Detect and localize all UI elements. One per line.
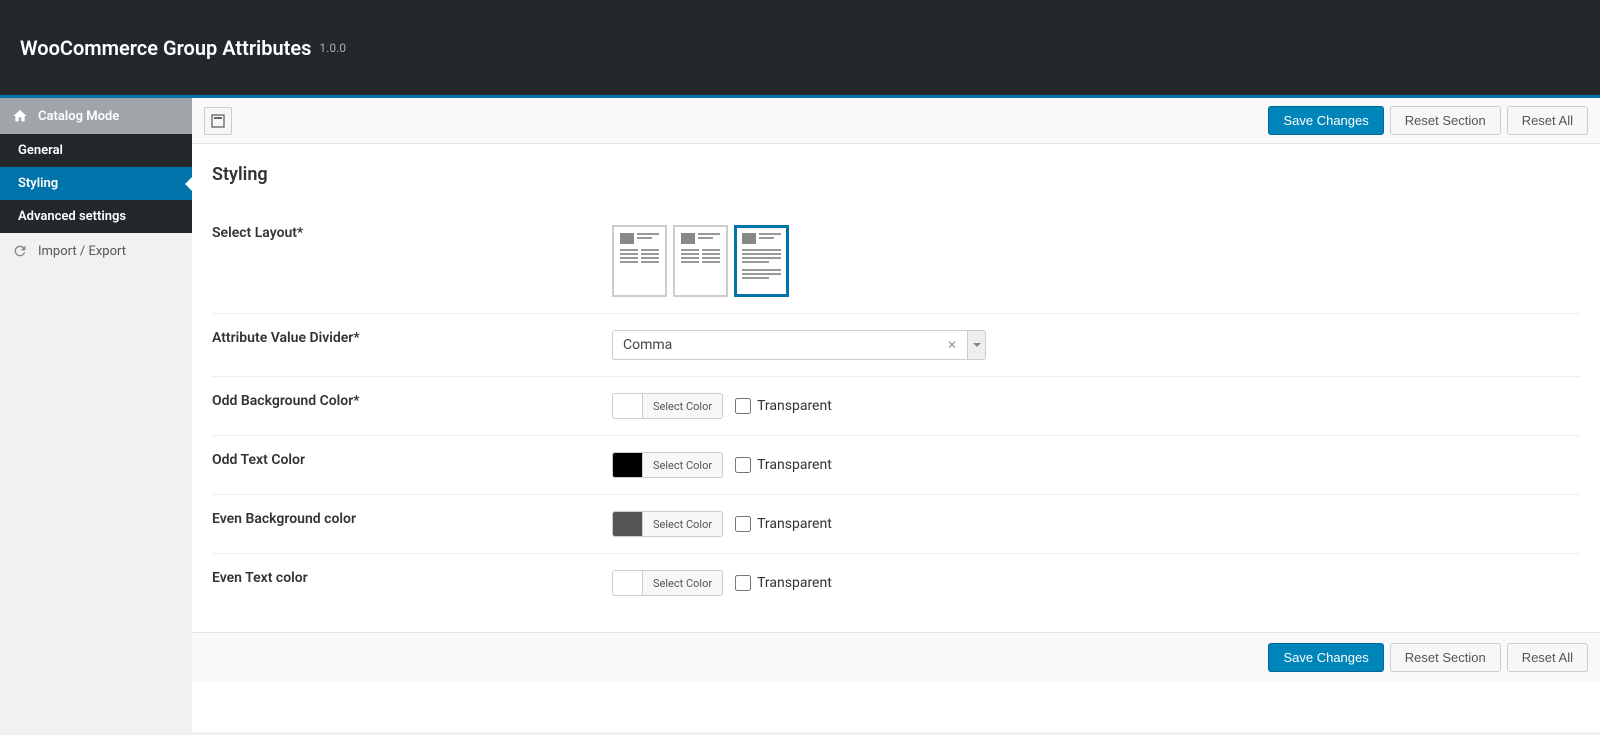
- color-swatch: [613, 453, 643, 477]
- transparent-label[interactable]: Transparent: [757, 516, 832, 532]
- sidebar-item-styling[interactable]: Styling: [0, 167, 192, 200]
- select-value: Comma: [623, 337, 672, 353]
- toolbar-top: Save Changes Reset Section Reset All: [192, 98, 1600, 144]
- field-even-text: Even Text color Select Color Transparent: [212, 554, 1580, 612]
- field-even-bg: Even Background color Select Color Trans…: [212, 495, 1580, 554]
- header: WooCommerce Group Attributes 1.0.0: [0, 0, 1600, 98]
- app-version: 1.0.0: [319, 41, 346, 55]
- section-title: Styling: [212, 164, 1580, 185]
- even-bg-transparent-checkbox[interactable]: [735, 516, 751, 532]
- reset-all-button[interactable]: Reset All: [1507, 106, 1588, 135]
- field-label: Select Layout*: [212, 225, 612, 297]
- select-color-button[interactable]: Select Color: [643, 394, 722, 418]
- sidebar-import-export[interactable]: Import / Export: [0, 233, 192, 269]
- sidebar-import-label: Import / Export: [38, 244, 126, 259]
- transparent-label[interactable]: Transparent: [757, 575, 832, 591]
- sidebar-item-general[interactable]: General: [0, 134, 192, 167]
- field-select-layout: Select Layout*: [212, 209, 1580, 314]
- color-swatch: [613, 512, 643, 536]
- layout-option-2[interactable]: [673, 225, 728, 297]
- transparent-label[interactable]: Transparent: [757, 398, 832, 414]
- reset-section-button-bottom[interactable]: Reset Section: [1390, 643, 1501, 672]
- even-text-transparent-checkbox[interactable]: [735, 575, 751, 591]
- divider-select[interactable]: Comma ✕: [612, 330, 986, 360]
- toolbar-bottom: Save Changes Reset Section Reset All: [192, 632, 1600, 682]
- save-button[interactable]: Save Changes: [1268, 106, 1383, 135]
- odd-bg-transparent-checkbox[interactable]: [735, 398, 751, 414]
- sidebar-section-catalog[interactable]: Catalog Mode: [0, 98, 192, 134]
- sidebar-item-label: Styling: [18, 176, 58, 191]
- reset-all-button-bottom[interactable]: Reset All: [1507, 643, 1588, 672]
- even-bg-color-picker[interactable]: Select Color: [612, 511, 723, 537]
- field-divider: Attribute Value Divider* Comma ✕: [212, 314, 1580, 377]
- sidebar-section-label: Catalog Mode: [38, 109, 119, 124]
- field-odd-bg: Odd Background Color* Select Color Trans…: [212, 377, 1580, 436]
- layout-thumbs: [612, 225, 789, 297]
- select-color-button[interactable]: Select Color: [643, 453, 722, 477]
- field-label: Odd Background Color*: [212, 393, 612, 419]
- odd-text-transparent-checkbox[interactable]: [735, 457, 751, 473]
- main-panel: Save Changes Reset Section Reset All Sty…: [192, 98, 1600, 732]
- sidebar-item-label: Advanced settings: [18, 209, 126, 224]
- even-text-color-picker[interactable]: Select Color: [612, 570, 723, 596]
- odd-bg-color-picker[interactable]: Select Color: [612, 393, 723, 419]
- sidebar-item-advanced[interactable]: Advanced settings: [0, 200, 192, 233]
- field-label: Odd Text Color: [212, 452, 612, 478]
- field-odd-text: Odd Text Color Select Color Transparent: [212, 436, 1580, 495]
- select-clear-icon[interactable]: ✕: [947, 338, 957, 352]
- color-swatch: [613, 571, 643, 595]
- field-label: Even Text color: [212, 570, 612, 596]
- content: Styling Select Layout*: [192, 144, 1600, 632]
- panel-icon: [210, 113, 226, 129]
- collapse-panel-button[interactable]: [204, 107, 232, 135]
- select-color-button[interactable]: Select Color: [643, 512, 722, 536]
- color-swatch: [613, 394, 643, 418]
- save-button-bottom[interactable]: Save Changes: [1268, 643, 1383, 672]
- sidebar: Catalog Mode General Styling Advanced se…: [0, 98, 192, 732]
- transparent-label[interactable]: Transparent: [757, 457, 832, 473]
- field-label: Attribute Value Divider*: [212, 330, 612, 360]
- app-title: WooCommerce Group Attributes: [20, 36, 311, 60]
- field-label: Even Background color: [212, 511, 612, 537]
- select-color-button[interactable]: Select Color: [643, 571, 722, 595]
- layout-option-3[interactable]: [734, 225, 789, 297]
- select-arrow-icon[interactable]: [968, 330, 986, 360]
- refresh-icon: [12, 243, 28, 259]
- reset-section-button[interactable]: Reset Section: [1390, 106, 1501, 135]
- sidebar-item-label: General: [18, 143, 63, 158]
- home-icon: [12, 108, 28, 124]
- layout-option-1[interactable]: [612, 225, 667, 297]
- odd-text-color-picker[interactable]: Select Color: [612, 452, 723, 478]
